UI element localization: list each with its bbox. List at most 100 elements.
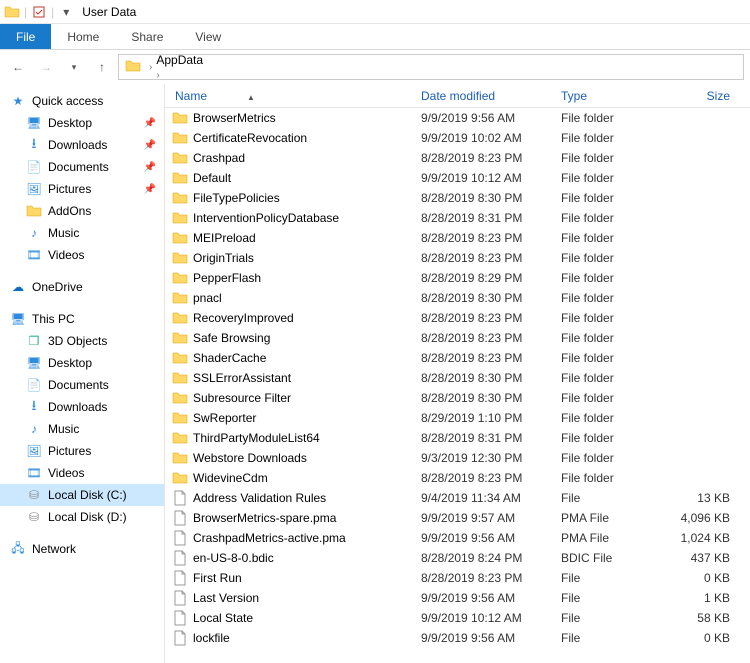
label: Documents: [48, 160, 109, 174]
sidebar-item[interactable]: ⭳Downloads: [0, 396, 164, 418]
file-name: Subresource Filter: [193, 391, 291, 405]
file-row[interactable]: Default9/9/2019 10:12 AMFile folder: [165, 168, 750, 188]
label: Desktop: [48, 116, 92, 130]
file-date: 8/28/2019 8:23 PM: [421, 571, 561, 585]
file-name: Address Validation Rules: [193, 491, 326, 505]
file-row[interactable]: Webstore Downloads9/3/2019 12:30 PMFile …: [165, 448, 750, 468]
file-type: File folder: [561, 471, 676, 485]
sidebar-item[interactable]: 🎞Videos: [0, 462, 164, 484]
sidebar-item[interactable]: 🖼Pictures📌: [0, 178, 164, 200]
file-size: 0 KB: [676, 571, 736, 585]
file-row[interactable]: en-US-8-0.bdic8/28/2019 8:24 PMBDIC File…: [165, 548, 750, 568]
file-row[interactable]: RecoveryImproved8/28/2019 8:23 PMFile fo…: [165, 308, 750, 328]
label: Music: [48, 226, 79, 240]
file-row[interactable]: Address Validation Rules9/4/2019 11:34 A…: [165, 488, 750, 508]
file-row[interactable]: PepperFlash8/28/2019 8:29 PMFile folder: [165, 268, 750, 288]
col-size[interactable]: Size: [676, 89, 736, 103]
chevron-right-icon[interactable]: ›: [154, 70, 161, 80]
file-row[interactable]: CrashpadMetrics-active.pma9/9/2019 9:56 …: [165, 528, 750, 548]
tab-share[interactable]: Share: [115, 24, 179, 49]
col-date[interactable]: Date modified: [421, 89, 561, 103]
file-name: OriginTrials: [193, 251, 254, 265]
sidebar-item[interactable]: ♪Music: [0, 418, 164, 440]
back-button[interactable]: ←: [6, 55, 30, 79]
sidebar-onedrive[interactable]: ☁ OneDrive: [0, 276, 164, 298]
sidebar-quick-access[interactable]: ★ Quick access: [0, 90, 164, 112]
file-type: File folder: [561, 451, 676, 465]
download-icon: ⭳: [26, 399, 42, 415]
file-row[interactable]: SSLErrorAssistant8/28/2019 8:30 PMFile f…: [165, 368, 750, 388]
file-date: 9/9/2019 9:56 AM: [421, 591, 561, 605]
tab-file[interactable]: File: [0, 24, 51, 49]
file-row[interactable]: CertificateRevocation9/9/2019 10:02 AMFi…: [165, 128, 750, 148]
file-type: File folder: [561, 271, 676, 285]
file-row[interactable]: ShaderCache8/28/2019 8:23 PMFile folder: [165, 348, 750, 368]
file-row[interactable]: lockfile9/9/2019 9:56 AMFile0 KB: [165, 628, 750, 648]
tab-home[interactable]: Home: [51, 24, 115, 49]
file-row[interactable]: InterventionPolicyDatabase8/28/2019 8:31…: [165, 208, 750, 228]
label: Pictures: [48, 182, 91, 196]
label: Quick access: [32, 94, 103, 108]
cloud-icon: ☁: [10, 279, 26, 295]
qat-properties-icon[interactable]: [31, 4, 47, 20]
sort-asc-icon: ▲: [247, 93, 255, 102]
file-size: 437 KB: [676, 551, 736, 565]
recent-dropdown-icon[interactable]: ▾: [62, 55, 86, 79]
file-type: File folder: [561, 371, 676, 385]
sidebar-item[interactable]: ⭳Downloads📌: [0, 134, 164, 156]
file-row[interactable]: SwReporter8/29/2019 1:10 PMFile folder: [165, 408, 750, 428]
file-row[interactable]: Subresource Filter8/28/2019 8:30 PMFile …: [165, 388, 750, 408]
qat-dropdown-icon[interactable]: ▾: [58, 4, 74, 20]
file-name: Crashpad: [193, 151, 245, 165]
up-button[interactable]: ↑: [90, 55, 114, 79]
folder-icon: [171, 330, 189, 346]
file-date: 8/28/2019 8:29 PM: [421, 271, 561, 285]
sidebar-item[interactable]: ⛁Local Disk (C:): [0, 484, 164, 506]
col-type[interactable]: Type: [561, 89, 676, 103]
video-icon: 🎞: [26, 465, 42, 481]
file-row[interactable]: FileTypePolicies8/28/2019 8:30 PMFile fo…: [165, 188, 750, 208]
file-date: 8/28/2019 8:30 PM: [421, 291, 561, 305]
file-row[interactable]: MEIPreload8/28/2019 8:23 PMFile folder: [165, 228, 750, 248]
disk-icon: ⛁: [26, 509, 42, 525]
file-row[interactable]: OriginTrials8/28/2019 8:23 PMFile folder: [165, 248, 750, 268]
label: AddOns: [48, 204, 91, 218]
file-row[interactable]: pnacl8/28/2019 8:30 PMFile folder: [165, 288, 750, 308]
sidebar-item[interactable]: ❒3D Objects: [0, 330, 164, 352]
separator: |: [51, 5, 54, 19]
col-name[interactable]: Name▲: [171, 89, 421, 103]
file-row[interactable]: Local State9/9/2019 10:12 AMFile58 KB: [165, 608, 750, 628]
sidebar-item[interactable]: 🎞Videos: [0, 244, 164, 266]
sidebar-item[interactable]: 📄Documents: [0, 374, 164, 396]
sidebar-item[interactable]: AddOns: [0, 200, 164, 222]
sidebar-item[interactable]: 🖥Desktop: [0, 352, 164, 374]
file-row[interactable]: Safe Browsing8/28/2019 8:23 PMFile folde…: [165, 328, 750, 348]
breadcrumb-item[interactable]: AppData: [154, 54, 237, 67]
sidebar-item[interactable]: 📄Documents📌: [0, 156, 164, 178]
tab-view[interactable]: View: [179, 24, 237, 49]
file-row[interactable]: ThirdPartyModuleList648/28/2019 8:31 PMF…: [165, 428, 750, 448]
file-row[interactable]: Last Version9/9/2019 9:56 AMFile1 KB: [165, 588, 750, 608]
file-date: 9/9/2019 9:56 AM: [421, 531, 561, 545]
label: OneDrive: [32, 280, 83, 294]
file-name: ThirdPartyModuleList64: [193, 431, 320, 445]
video-icon: 🎞: [26, 247, 42, 263]
file-row[interactable]: First Run8/28/2019 8:23 PMFile0 KB: [165, 568, 750, 588]
address-bar[interactable]: › This PC›Local Disk (C:)›Users›vgcha›Ap…: [118, 54, 744, 80]
file-row[interactable]: WidevineCdm8/28/2019 8:23 PMFile folder: [165, 468, 750, 488]
file-row[interactable]: BrowserMetrics-spare.pma9/9/2019 9:57 AM…: [165, 508, 750, 528]
ribbon: File Home Share View: [0, 24, 750, 50]
document-icon: 📄: [26, 377, 42, 393]
sidebar-network[interactable]: 🖧 Network: [0, 538, 164, 560]
sidebar-item[interactable]: ⛁Local Disk (D:): [0, 506, 164, 528]
file-row[interactable]: BrowserMetrics9/9/2019 9:56 AMFile folde…: [165, 108, 750, 128]
sidebar-item[interactable]: 🖥Desktop📌: [0, 112, 164, 134]
file-date: 9/9/2019 9:56 AM: [421, 111, 561, 125]
file-name: FileTypePolicies: [193, 191, 280, 205]
chevron-right-icon[interactable]: ›: [147, 62, 154, 73]
sidebar-item[interactable]: ♪Music: [0, 222, 164, 244]
forward-button[interactable]: →: [34, 55, 58, 79]
file-row[interactable]: Crashpad8/28/2019 8:23 PMFile folder: [165, 148, 750, 168]
sidebar-this-pc[interactable]: 🖥 This PC: [0, 308, 164, 330]
sidebar-item[interactable]: 🖼Pictures: [0, 440, 164, 462]
